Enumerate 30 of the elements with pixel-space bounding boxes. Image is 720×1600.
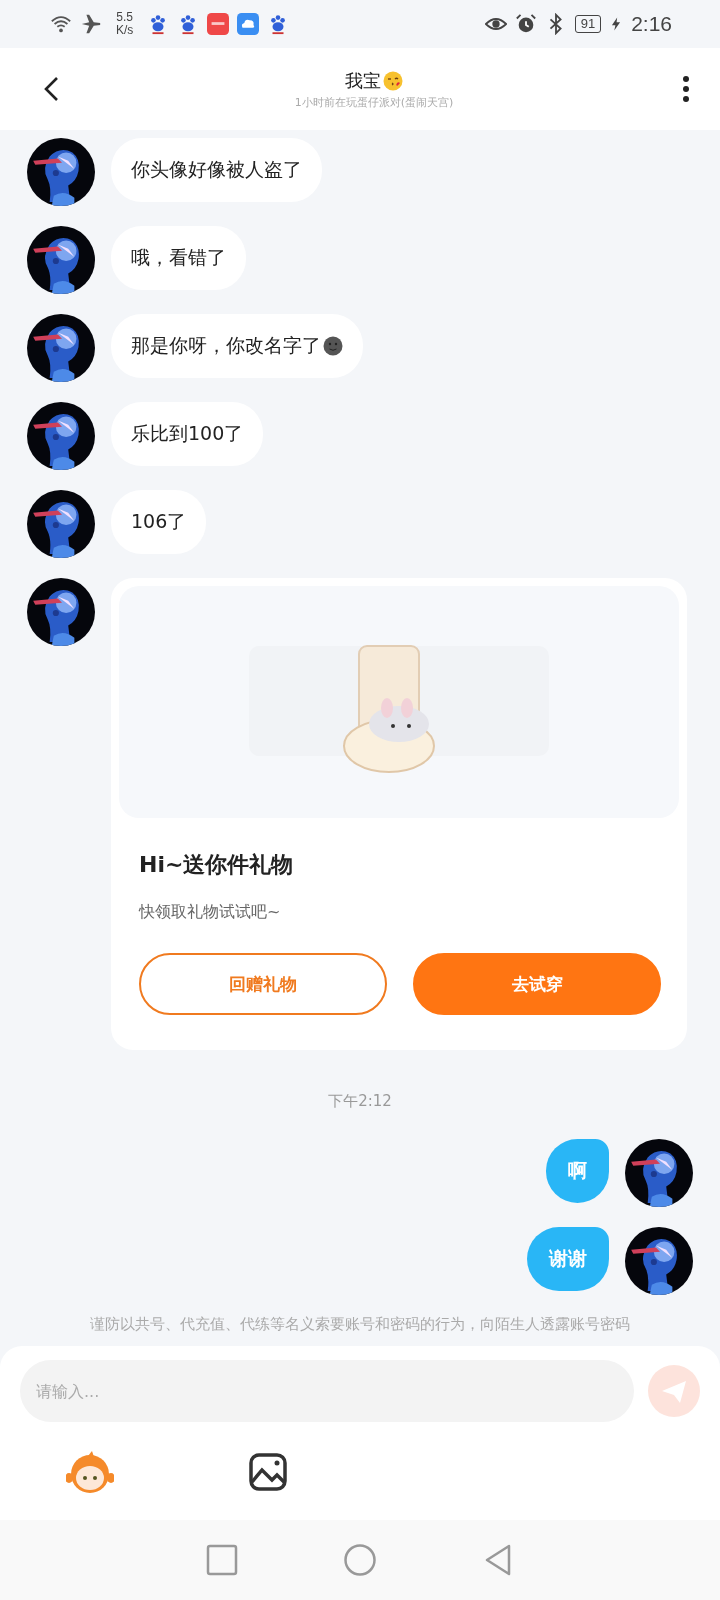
message-bubble: 哦，看错了 — [111, 226, 246, 290]
cloud-app-icon — [237, 13, 260, 35]
shop-app-icon — [207, 13, 230, 35]
message-bubble: 啊 — [546, 1139, 609, 1203]
message-bubble: 乐比到100了 — [111, 402, 264, 466]
safety-notice: 谨防以共号、代充值、代练等名义索要账号和密码的行为，向陌生人透露账号密码 — [90, 1315, 630, 1333]
return-gift-button[interactable]: 回赠礼物 — [139, 953, 387, 1015]
message-bubble: 你头像好像被人盗了 — [111, 138, 322, 202]
network-speed: 5.5 — [116, 11, 133, 24]
home-icon[interactable] — [343, 1543, 377, 1577]
speed-unit: K/s — [116, 24, 134, 37]
timestamp: 下午2:12 — [328, 1092, 392, 1111]
alarm-icon — [514, 13, 537, 35]
try-on-button[interactable]: 去试穿 — [413, 953, 661, 1015]
kiss-face-icon — [383, 70, 403, 91]
recents-icon[interactable] — [205, 1543, 239, 1577]
message-bubble: 谢谢 — [527, 1227, 609, 1291]
more-icon[interactable] — [682, 75, 690, 103]
message-bubble: 那是你呀，你改名字了 — [111, 314, 363, 378]
battery-level: 91 — [574, 15, 602, 33]
message-input[interactable]: 请输入... — [20, 1360, 634, 1422]
message-bubble: 106了 — [111, 490, 207, 554]
chat-title: 我宝 — [345, 68, 381, 93]
mascot-icon[interactable] — [66, 1450, 114, 1494]
wifi-icon — [50, 13, 72, 35]
gift-title: Hi~送你件礼物 — [139, 851, 295, 879]
status-subtitle: 1小时前在玩蛋仔派对(蛋闹天宫) — [294, 94, 454, 110]
gift-subtitle: 快领取礼物试试吧~ — [139, 902, 282, 923]
moon-face-icon — [323, 336, 343, 356]
clock: 2:16 — [631, 12, 672, 36]
